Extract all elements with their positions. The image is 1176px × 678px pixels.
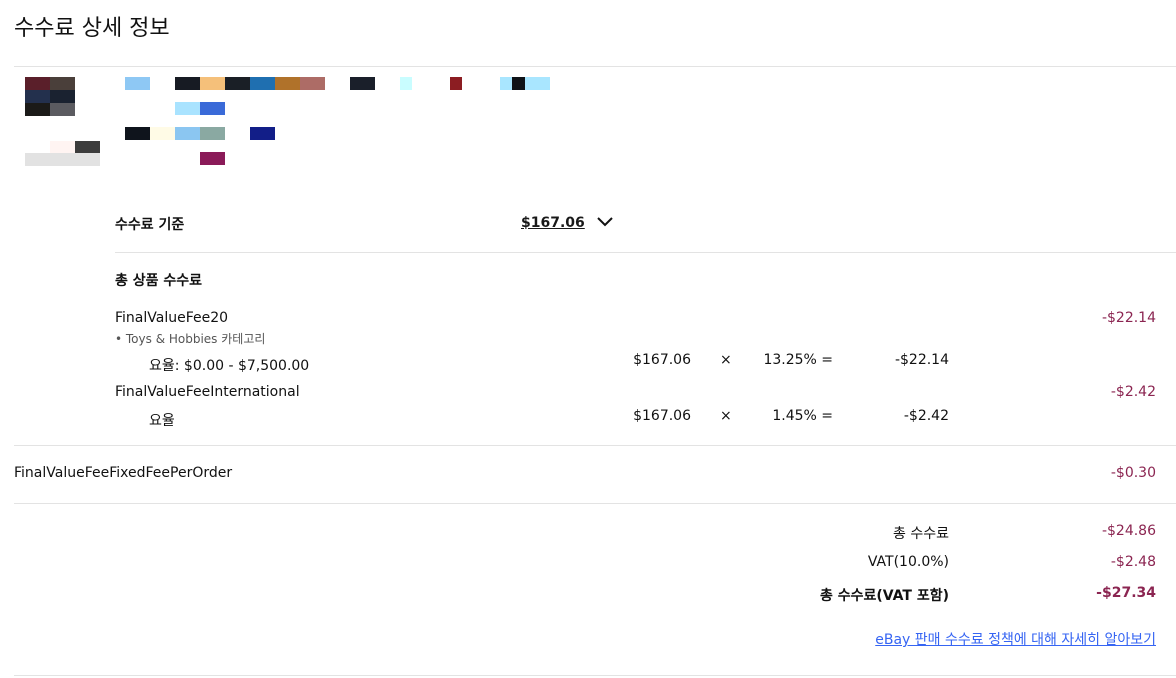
total-item-fees-heading: 총 상품 수수료 [115, 273, 203, 289]
total-fee-amount: -$24.86 [1101, 523, 1156, 539]
grand-total-amount: -$27.34 [1096, 585, 1156, 601]
fee-base-amount: $167.06 [633, 408, 691, 424]
chevron-down-icon[interactable] [596, 213, 614, 231]
grand-total-label: 총 수수료(VAT 포함) [819, 588, 949, 604]
fee-policy-link[interactable]: eBay 판매 수수료 정책에 대해 자세히 알아보기 [875, 629, 1156, 649]
divider [14, 503, 1176, 504]
divider [14, 66, 1176, 67]
fee-rate-label: 요율 [149, 413, 175, 429]
fee-total: -$2.42 [1110, 384, 1156, 400]
listing-thumbnail[interactable] [25, 77, 100, 167]
fee-total: -$22.14 [1101, 310, 1156, 326]
multiply-symbol: × [720, 408, 732, 424]
fee-basis-label: 수수료 기준 [115, 217, 185, 233]
fee-basis-amount[interactable]: $167.06 [521, 215, 585, 231]
fee-name: FinalValueFeeInternational [115, 384, 300, 400]
fee-category: • Toys & Hobbies 카테고리 [115, 332, 266, 346]
fee-line-result: -$22.14 [894, 352, 949, 368]
fee-base-amount: $167.06 [633, 352, 691, 368]
fixed-fee-total: -$0.30 [1110, 465, 1156, 481]
listing-title[interactable] [125, 77, 555, 192]
fee-rate-label: 요율: $0.00 - $7,500.00 [149, 358, 310, 374]
fee-rate-percent: 13.25% = [763, 352, 833, 368]
multiply-symbol: × [720, 352, 732, 368]
fee-name: FinalValueFee20 [115, 310, 229, 326]
fee-line-result: -$2.42 [903, 408, 949, 424]
vat-label: VAT(10.0%) [867, 554, 949, 570]
total-fee-label: 총 수수료 [893, 526, 949, 542]
fee-rate-percent: 1.45% = [772, 408, 833, 424]
fixed-fee-name: FinalValueFeeFixedFeePerOrder [14, 465, 233, 481]
divider [14, 445, 1176, 446]
divider [115, 252, 1176, 253]
vat-amount: -$2.48 [1110, 554, 1156, 570]
page-title: 수수료 상세 정보 [14, 16, 170, 41]
divider [14, 675, 1176, 676]
